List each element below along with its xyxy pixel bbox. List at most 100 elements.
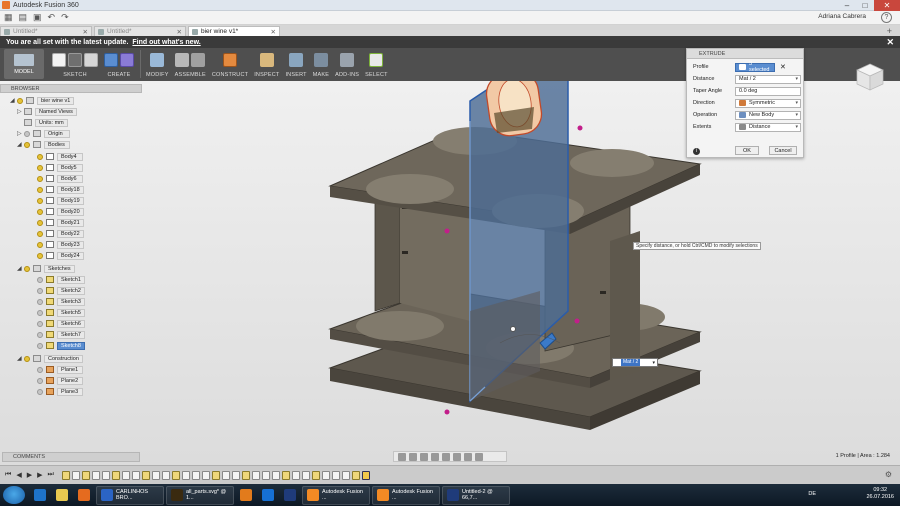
- inspect-group[interactable]: INSPECT: [254, 48, 279, 78]
- line-icon[interactable]: [68, 53, 82, 67]
- extrude-icon[interactable]: [104, 53, 118, 67]
- scripts-icon[interactable]: [340, 53, 355, 67]
- body-item[interactable]: Body4: [37, 152, 83, 161]
- make-group[interactable]: MAKE: [313, 48, 329, 78]
- tab-untitled-1[interactable]: Untitled* ✕: [0, 26, 92, 36]
- visibility-bulb-icon[interactable]: [37, 164, 43, 171]
- select-arrow-icon[interactable]: [369, 53, 384, 67]
- timeline-extrude-feature[interactable]: [151, 470, 160, 480]
- tab-bier-wine[interactable]: bier wine v1* ✕: [188, 26, 280, 36]
- create-menu-label[interactable]: CREATE: [107, 72, 130, 78]
- sketch-item[interactable]: Sketch2: [37, 286, 85, 295]
- timeline-extrude-feature[interactable]: [131, 470, 140, 480]
- taskbar-media[interactable]: [236, 486, 256, 505]
- language-indicator[interactable]: DE: [808, 491, 816, 497]
- orbit-icon[interactable]: [398, 452, 406, 461]
- visibility-bulb-icon[interactable]: [37, 377, 43, 384]
- redo-icon[interactable]: ↷: [61, 12, 69, 23]
- construct-group[interactable]: CONSTRUCT: [212, 48, 248, 78]
- timeline-extrude-feature[interactable]: [231, 470, 240, 480]
- taskbar-ie[interactable]: [30, 486, 50, 505]
- timeline-sketch-feature[interactable]: [241, 470, 250, 480]
- body-item[interactable]: Body19: [37, 196, 84, 205]
- file-menu-icon[interactable]: ▤: [19, 12, 28, 23]
- dropdown-arrow-icon[interactable]: ▾: [795, 100, 798, 106]
- canvas-distance-input[interactable]: Mat / 2 ▾: [612, 358, 658, 367]
- timeline-extrude-feature[interactable]: [291, 470, 300, 480]
- browser-units[interactable]: Units: mm: [24, 118, 68, 127]
- timeline-extrude-feature[interactable]: [271, 470, 280, 480]
- visibility-bulb-icon[interactable]: [37, 230, 43, 237]
- press-pull-icon[interactable]: [150, 53, 165, 67]
- pan-icon[interactable]: [420, 452, 428, 461]
- joint-icon[interactable]: [191, 53, 206, 67]
- insert-menu-label[interactable]: INSERT: [285, 72, 306, 78]
- distance-input[interactable]: Mat / 2 ▾: [735, 74, 801, 84]
- visibility-bulb-icon[interactable]: [37, 320, 43, 327]
- dropdown-arrow-icon[interactable]: ▾: [795, 124, 798, 130]
- visibility-bulb-icon[interactable]: [37, 366, 43, 373]
- timeline-sketch-feature[interactable]: [81, 470, 90, 480]
- sketch-item[interactable]: Sketch6: [37, 319, 85, 328]
- go-to-start-icon[interactable]: ⏮: [5, 471, 11, 479]
- viewports-icon[interactable]: [475, 452, 483, 461]
- visibility-bulb-icon[interactable]: [37, 186, 43, 193]
- modify-group[interactable]: MODIFY: [146, 48, 169, 78]
- body-item[interactable]: Body21: [37, 218, 84, 227]
- info-icon[interactable]: i: [693, 147, 700, 155]
- timeline-sketch-feature[interactable]: [311, 470, 320, 480]
- measure-icon[interactable]: [259, 53, 274, 67]
- body-item[interactable]: Body22: [37, 229, 84, 238]
- canvas-distance-value[interactable]: Mat / 2: [621, 359, 641, 366]
- body-item[interactable]: Body18: [37, 185, 84, 194]
- visibility-bulb-icon[interactable]: [37, 331, 43, 338]
- sketch-item[interactable]: Sketch3: [37, 297, 85, 306]
- visibility-bulb-icon[interactable]: [37, 298, 43, 305]
- plane-item[interactable]: Plane1: [37, 365, 83, 374]
- visibility-bulb-icon[interactable]: [17, 97, 23, 104]
- profile-selection-chip[interactable]: 3 selected: [735, 61, 775, 73]
- step-back-icon[interactable]: ◀: [16, 471, 21, 479]
- taskbar-carlinhos[interactable]: CARLINHOS BRO...: [96, 485, 164, 505]
- plane-item[interactable]: Plane3: [37, 387, 83, 396]
- taskbar-fusion-1[interactable]: Autodesk Fusion ...: [302, 485, 370, 505]
- timeline-extrude-feature[interactable]: [261, 470, 270, 480]
- user-name[interactable]: Adriana Cabrera: [818, 13, 866, 20]
- sketch-group[interactable]: SKETCH: [52, 48, 98, 78]
- display-settings-icon[interactable]: [453, 452, 461, 461]
- play-icon[interactable]: ▶: [27, 471, 32, 479]
- go-to-end-icon[interactable]: ⏭: [47, 471, 53, 479]
- taskbar-firefox[interactable]: [74, 486, 94, 505]
- body-item[interactable]: Body24: [37, 251, 84, 260]
- timeline-extrude-feature[interactable]: [161, 470, 170, 480]
- visibility-bulb-icon[interactable]: [37, 276, 43, 283]
- workspace-switcher-button[interactable]: MODEL: [4, 49, 44, 79]
- visibility-bulb-icon[interactable]: [37, 309, 43, 316]
- visibility-bulb-icon[interactable]: [24, 265, 30, 272]
- select-group[interactable]: SELECT: [365, 48, 388, 78]
- dropdown-arrow-icon[interactable]: ▾: [795, 76, 798, 82]
- system-clock[interactable]: 09:32 26.07.2016: [866, 487, 894, 501]
- timeline-sketch-feature[interactable]: [171, 470, 180, 480]
- timeline-extrude-feature[interactable]: [101, 470, 110, 480]
- sketch-menu-label[interactable]: SKETCH: [63, 72, 87, 78]
- visibility-bulb-icon[interactable]: [24, 355, 30, 362]
- maximize-button[interactable]: □: [856, 0, 874, 11]
- browser-header[interactable]: BROWSER: [0, 84, 142, 93]
- addins-menu-label[interactable]: ADD-INS: [335, 72, 359, 78]
- taskbar-explorer[interactable]: [52, 486, 72, 505]
- assemble-group[interactable]: ASSEMBLE: [175, 48, 206, 78]
- help-icon[interactable]: ?: [881, 12, 892, 23]
- visibility-bulb-icon[interactable]: [37, 342, 43, 349]
- 3d-print-icon[interactable]: [313, 53, 328, 67]
- dismiss-banner-icon[interactable]: ✕: [886, 37, 894, 48]
- browser-construction[interactable]: ◢ Construction: [17, 354, 83, 363]
- body-item[interactable]: Body5: [37, 163, 83, 172]
- timeline-sketch-feature[interactable]: [211, 470, 220, 480]
- save-icon[interactable]: ▣: [33, 12, 42, 23]
- collapse-icon[interactable]: ◢: [17, 265, 24, 272]
- collapse-icon[interactable]: ◢: [17, 355, 24, 362]
- timeline-sketch-feature[interactable]: [111, 470, 120, 480]
- timeline-extrude-feature[interactable]: [181, 470, 190, 480]
- timeline-extrude-feature[interactable]: [121, 470, 130, 480]
